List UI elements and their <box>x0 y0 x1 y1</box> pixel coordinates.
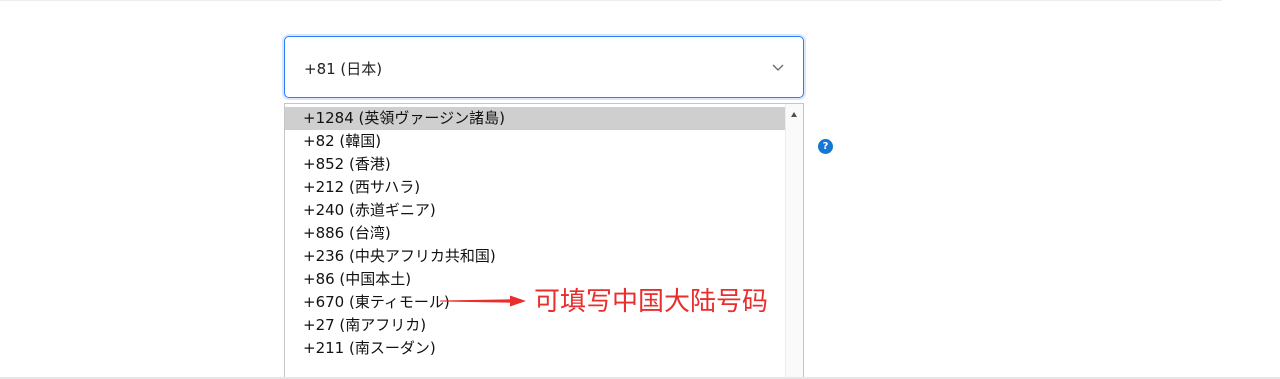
option-item[interactable]: +211 (南スーダン) <box>285 337 786 360</box>
option-item[interactable]: +212 (西サハラ) <box>285 176 786 199</box>
option-item[interactable]: +236 (中央アフリカ共和国) <box>285 245 786 268</box>
country-code-dropdown[interactable]: +1284 (英領ヴァージン諸島) +82 (韓国) +852 (香港) +21… <box>284 103 804 379</box>
country-code-select[interactable]: +81 (日本) <box>284 36 804 98</box>
option-item[interactable]: +886 (台湾) <box>285 222 786 245</box>
select-value: +81 (日本) <box>304 60 383 78</box>
option-list: +1284 (英領ヴァージン諸島) +82 (韓国) +852 (香港) +21… <box>285 107 786 360</box>
option-item[interactable]: +1284 (英領ヴァージン諸島) <box>285 107 786 130</box>
top-divider <box>0 0 1222 1</box>
option-item[interactable]: +82 (韓国) <box>285 130 786 153</box>
chevron-down-icon <box>772 64 784 71</box>
annotation-text: 可填写中国大陆号码 <box>534 287 769 317</box>
scroll-up-arrow-icon[interactable] <box>791 112 797 117</box>
option-item[interactable]: +852 (香港) <box>285 153 786 176</box>
red-arrow-icon <box>440 295 526 307</box>
help-icon[interactable]: ? <box>818 139 833 154</box>
dropdown-scrollbar[interactable] <box>785 104 803 379</box>
option-item[interactable]: +240 (赤道ギニア) <box>285 199 786 222</box>
